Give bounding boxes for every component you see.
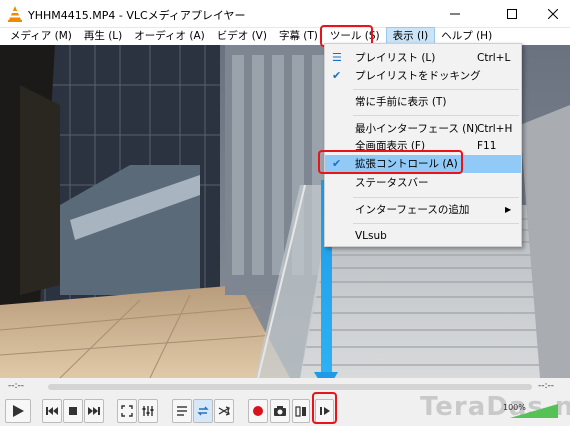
time-total: --:--	[538, 381, 555, 391]
fullscreen-button[interactable]	[117, 399, 137, 423]
minimize-button[interactable]	[432, 0, 478, 28]
camera-icon	[274, 406, 286, 416]
playlist-icon	[177, 406, 187, 416]
equalizer-icon	[142, 406, 154, 416]
menu-separator	[353, 89, 519, 90]
menu-video[interactable]: ビデオ (V)	[211, 28, 273, 44]
menu-separator	[353, 223, 519, 224]
window-title: YHHM4415.MP4 - VLCメディアプレイヤー	[28, 9, 246, 22]
menu-audio[interactable]: オーディオ (A)	[128, 28, 210, 44]
maximize-button[interactable]	[489, 0, 535, 28]
skip-forward-icon	[88, 407, 100, 415]
menu-bar: メディア (M) 再生 (L) オーディオ (A) ビデオ (V) 字幕 (T)…	[0, 27, 570, 45]
seek-slider[interactable]	[48, 384, 532, 390]
menu-separator	[353, 115, 519, 116]
frame-step-highlight	[312, 392, 337, 424]
menu-item-playlist[interactable]: ☰ プレイリスト (L) Ctrl+L	[325, 49, 521, 67]
view-menu-dropdown: ☰ プレイリスト (L) Ctrl+L ✔ プレイリストをドッキング 常に手前に…	[324, 43, 522, 247]
title-bar: YHHM4415.MP4 - VLCメディアプレイヤー	[0, 0, 570, 28]
menu-item-vlsub[interactable]: VLsub	[325, 227, 521, 245]
close-icon	[548, 9, 558, 19]
shuffle-icon	[218, 406, 230, 416]
menu-playback[interactable]: 再生 (L)	[78, 28, 128, 44]
list-icon: ☰	[332, 51, 342, 64]
record-button[interactable]	[248, 399, 268, 423]
menu-item-dock-playlist[interactable]: ✔ プレイリストをドッキング	[325, 67, 521, 85]
stop-button[interactable]	[63, 399, 83, 423]
shuffle-button[interactable]	[214, 399, 234, 423]
loop-ab-button[interactable]	[292, 399, 310, 423]
loop-icon	[197, 406, 209, 416]
fullscreen-icon	[121, 405, 133, 417]
vlc-cone-icon	[8, 6, 22, 22]
next-button[interactable]	[84, 399, 104, 423]
time-elapsed: --:--	[8, 381, 25, 391]
menu-help[interactable]: ヘルプ (H)	[435, 28, 498, 44]
snapshot-button[interactable]	[270, 399, 290, 423]
stop-icon	[69, 407, 77, 415]
check-icon: ✔	[332, 69, 342, 82]
play-icon	[13, 405, 24, 417]
play-button[interactable]	[5, 399, 31, 423]
previous-button[interactable]	[42, 399, 62, 423]
loop-button[interactable]	[193, 399, 213, 423]
menu-item-add-interface[interactable]: インターフェースの追加 ▶	[325, 201, 521, 219]
loop-ab-icon	[295, 406, 306, 417]
menu-separator	[353, 197, 519, 198]
menu-item-statusbar[interactable]: ステータスバー	[325, 174, 521, 192]
menu-media[interactable]: メディア (M)	[4, 28, 78, 44]
extended-settings-button[interactable]	[138, 399, 158, 423]
volume-slider[interactable]	[508, 402, 560, 420]
maximize-icon	[507, 9, 517, 19]
skip-back-icon	[46, 407, 58, 415]
extended-controls-highlight	[318, 150, 463, 174]
menu-item-minimal-interface[interactable]: 最小インターフェース (N) Ctrl+H	[325, 120, 521, 138]
menu-item-always-on-top[interactable]: 常に手前に表示 (T)	[325, 93, 521, 111]
minimize-icon	[450, 13, 460, 15]
submenu-arrow-icon: ▶	[505, 205, 512, 214]
playlist-button[interactable]	[172, 399, 192, 423]
close-button[interactable]	[530, 0, 570, 28]
menu-subtitle[interactable]: 字幕 (T)	[273, 28, 324, 44]
record-icon	[253, 406, 263, 416]
